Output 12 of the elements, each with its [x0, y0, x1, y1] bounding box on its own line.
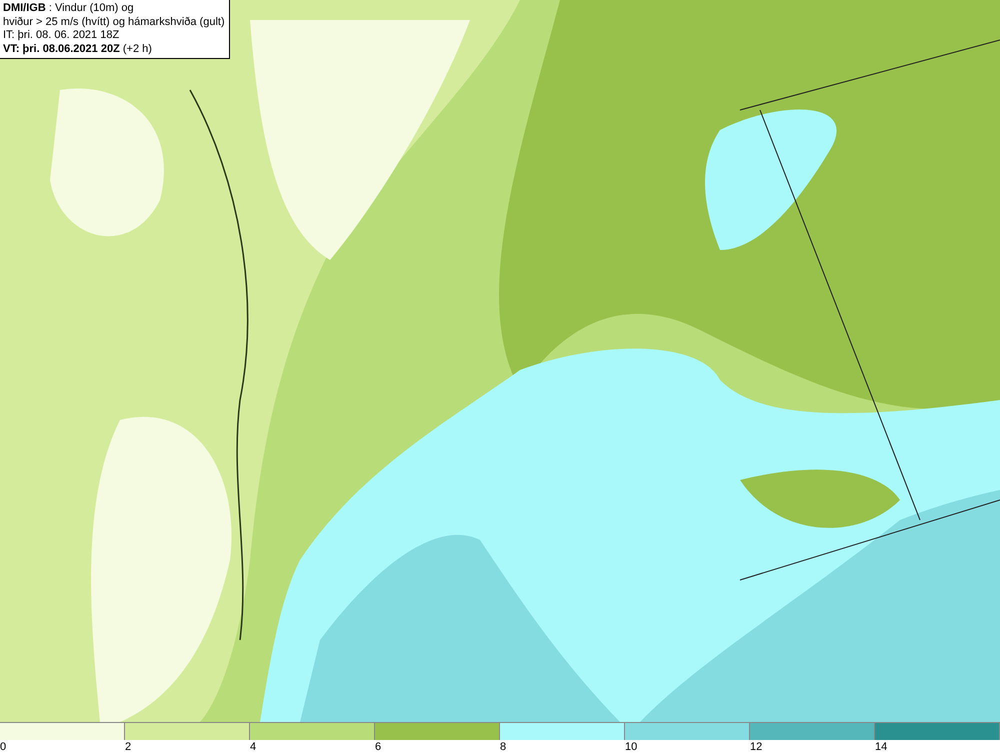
legend-tick-label: 2	[125, 740, 132, 753]
legend-tick-label: 0	[0, 740, 6, 753]
legend-tick-label: 12	[750, 740, 762, 753]
title-line: DMI/IGB : Vindur (10m) og	[3, 2, 135, 16]
title-line: VT: þri. 08.06.2021 20Z (+2 h)	[3, 42, 153, 56]
legend-tick-label: 8	[500, 740, 506, 753]
legend-tick-label: 10	[625, 740, 638, 753]
legend-tick-label: 6	[375, 740, 382, 753]
legend-tick-label: 4	[250, 740, 256, 753]
title-line: hviður > 25 m/s (hvítt) og hámarkshviða (gult)	[3, 16, 225, 29]
legend-tick-label: 14	[875, 740, 888, 753]
title-line: IT: þri. 08. 06. 2021 18Z	[3, 29, 120, 42]
